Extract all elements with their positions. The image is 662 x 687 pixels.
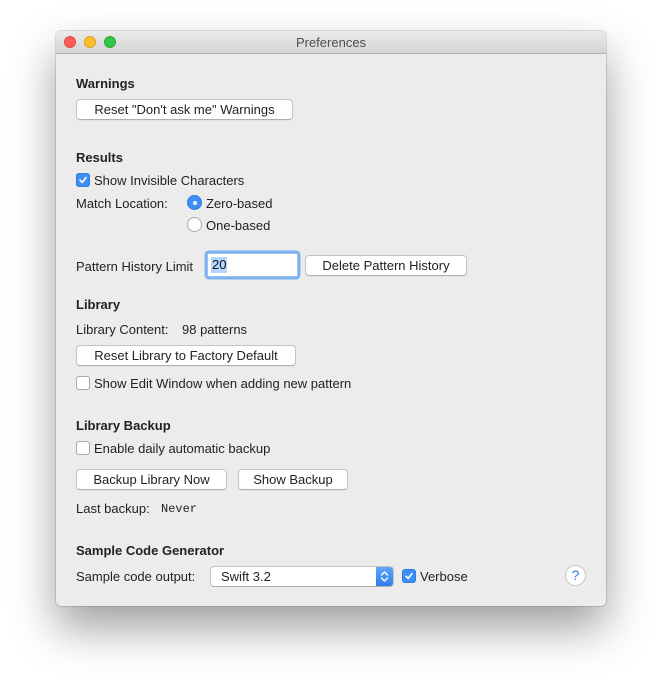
zero-based-radio[interactable] xyxy=(187,195,202,210)
sample-code-output-select[interactable]: Swift 3.2 xyxy=(210,566,394,587)
enable-daily-backup-label: Enable daily automatic backup xyxy=(94,441,271,456)
library-content-label: Library Content: xyxy=(76,322,169,337)
enable-daily-backup-checkbox[interactable] xyxy=(76,441,90,455)
reset-library-button[interactable]: Reset Library to Factory Default xyxy=(76,345,296,366)
pattern-history-limit-input[interactable]: 20 xyxy=(207,253,298,277)
show-edit-window-label: Show Edit Window when adding new pattern xyxy=(94,376,352,391)
show-invisible-checkbox[interactable] xyxy=(76,173,90,187)
show-invisible-label: Show Invisible Characters xyxy=(94,173,245,188)
library-content-value: 98 patterns xyxy=(182,322,248,337)
library-heading: Library xyxy=(76,297,121,312)
sample-code-output-value: Swift 3.2 xyxy=(221,569,271,584)
delete-pattern-history-button[interactable]: Delete Pattern History xyxy=(305,255,467,276)
chevron-updown-icon xyxy=(380,571,389,582)
pattern-history-limit-value: 20 xyxy=(211,257,228,273)
show-backup-button[interactable]: Show Backup xyxy=(238,469,348,490)
question-mark-icon: ? xyxy=(571,567,580,583)
help-button[interactable]: ? xyxy=(565,565,586,586)
title-bar[interactable]: Preferences xyxy=(56,31,606,54)
show-edit-window-checkbox[interactable] xyxy=(76,376,90,390)
window-title: Preferences xyxy=(295,35,367,50)
pattern-history-label: Pattern History Limit xyxy=(76,259,194,274)
warnings-heading: Warnings xyxy=(76,76,135,91)
match-location-label: Match Location: xyxy=(76,196,168,211)
popup-stepper-icon xyxy=(376,567,393,586)
results-heading: Results xyxy=(76,150,123,165)
reset-warnings-button[interactable]: Reset "Don't ask me" Warnings xyxy=(76,99,293,120)
library-backup-heading: Library Backup xyxy=(76,418,171,433)
one-based-label: One-based xyxy=(206,218,271,233)
one-based-radio[interactable] xyxy=(187,217,202,232)
zero-based-label: Zero-based xyxy=(206,196,273,211)
verbose-checkbox[interactable] xyxy=(402,569,416,583)
checkmark-icon xyxy=(405,572,413,580)
sample-code-heading: Sample Code Generator xyxy=(76,543,225,558)
backup-library-now-button[interactable]: Backup Library Now xyxy=(76,469,227,490)
last-backup-value: Never xyxy=(161,502,198,516)
checkmark-icon xyxy=(79,176,87,184)
sample-code-output-label: Sample code output: xyxy=(76,569,196,584)
last-backup-label: Last backup: xyxy=(76,501,150,516)
verbose-label: Verbose xyxy=(420,569,468,584)
preferences-window: Preferences Warnings Reset "Don't ask me… xyxy=(56,31,606,606)
